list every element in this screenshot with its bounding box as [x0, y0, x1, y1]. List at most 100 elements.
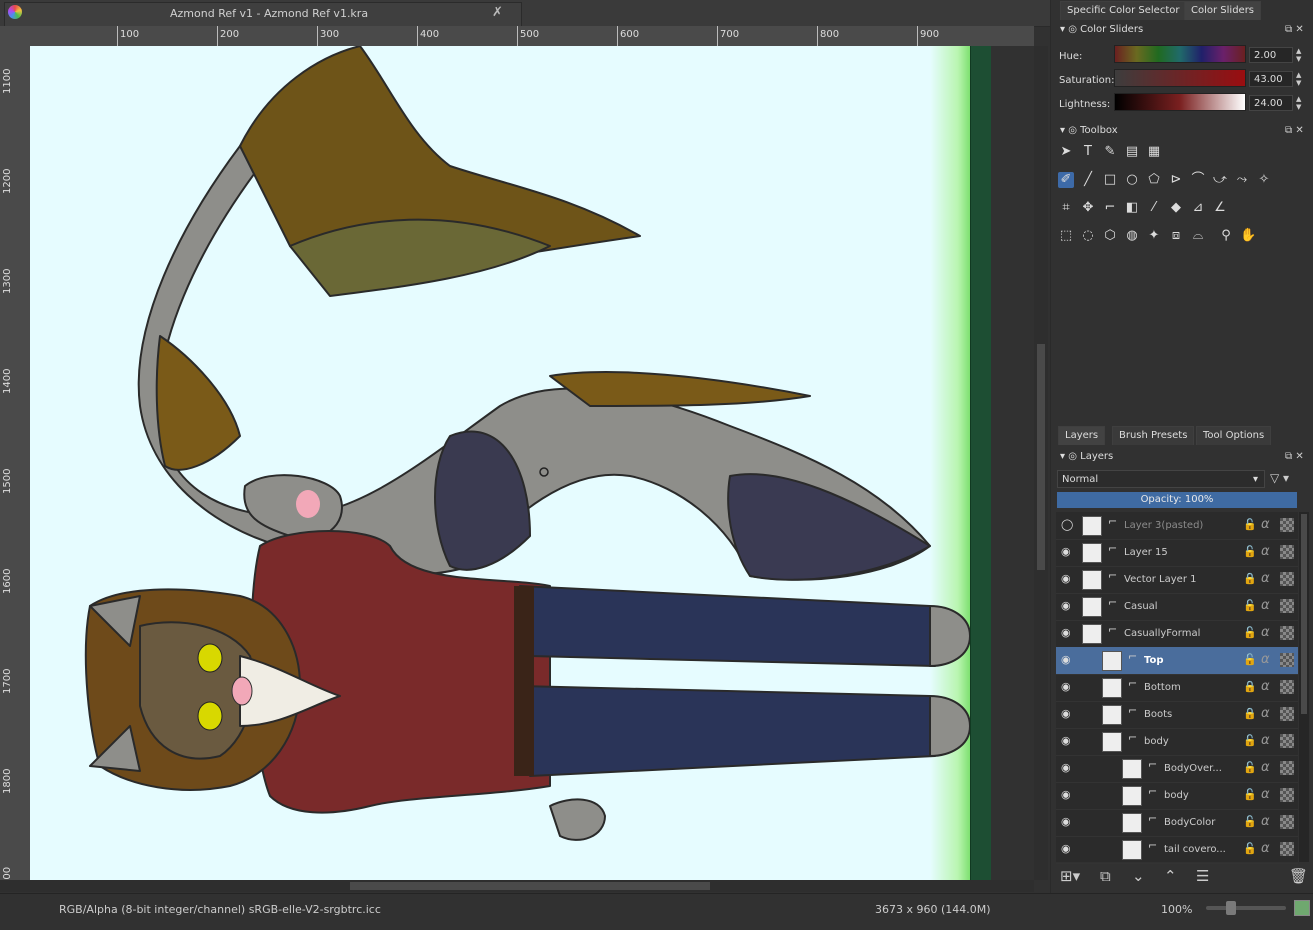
polygon-tool-icon[interactable]: ⬠: [1146, 172, 1162, 188]
collapse-arrow-icon[interactable]: ▾: [1060, 125, 1065, 136]
line-tool-icon[interactable]: ╱: [1080, 172, 1096, 188]
layer-name[interactable]: Layer 15: [1124, 547, 1168, 558]
rect-select-tool-icon[interactable]: ⬚: [1058, 228, 1074, 244]
horizontal-ruler[interactable]: 100 200 300 400 500 600 700 800 900: [30, 26, 1034, 47]
transform-tool-icon[interactable]: ⌗: [1058, 200, 1074, 216]
alpha-lock-icon[interactable]: α: [1261, 679, 1270, 694]
layer-row[interactable]: ◉ ⌐ body 🔓 α: [1056, 782, 1298, 810]
dynamic-brush-tool-icon[interactable]: ⤳: [1234, 172, 1250, 188]
alpha-lock-icon[interactable]: α: [1261, 598, 1270, 613]
collapse-arrow-icon[interactable]: ▾: [1060, 24, 1065, 35]
unlock-icon[interactable]: 🔓: [1243, 545, 1257, 558]
color-picker-tool-icon[interactable]: ⁄: [1146, 200, 1162, 216]
layer-name[interactable]: Layer 3(pasted): [1124, 520, 1203, 531]
ellipse-tool-icon[interactable]: ○: [1124, 172, 1140, 188]
bezier-select-tool-icon[interactable]: ⌓: [1190, 228, 1206, 244]
layer-row[interactable]: ◉ ⌐ body 🔓 α: [1056, 728, 1298, 756]
select-shape-tool-icon[interactable]: ➤: [1058, 144, 1074, 160]
rectangle-tool-icon[interactable]: □: [1102, 172, 1118, 188]
eye-icon[interactable]: ◉: [1061, 843, 1073, 855]
layer-name[interactable]: body: [1144, 736, 1169, 747]
text-tool-icon[interactable]: T: [1080, 144, 1096, 160]
inherit-alpha-icon[interactable]: [1280, 842, 1294, 856]
polyline-tool-icon[interactable]: ⊳: [1168, 172, 1184, 188]
duplicate-layer-icon[interactable]: ⧉: [1100, 867, 1111, 885]
alpha-lock-icon[interactable]: α: [1261, 760, 1270, 775]
layer-name[interactable]: body: [1164, 790, 1189, 801]
layer-row[interactable]: ◉ ⌐ CasuallyFormal 🔓 α: [1056, 620, 1298, 648]
contiguous-select-tool-icon[interactable]: ✦: [1146, 228, 1162, 244]
tab-close-icon[interactable]: ✗: [492, 5, 503, 20]
unlock-icon[interactable]: 🔓: [1243, 626, 1257, 639]
alpha-lock-icon[interactable]: α: [1261, 706, 1270, 721]
eye-icon[interactable]: ◉: [1061, 816, 1073, 828]
lightness-spin-icon[interactable]: ▲ ▼: [1296, 95, 1301, 111]
color-model-status[interactable]: RGB/Alpha (8-bit integer/channel) sRGB-e…: [59, 903, 381, 916]
eye-icon[interactable]: ◉: [1061, 600, 1073, 612]
layer-name[interactable]: Casual: [1124, 601, 1158, 612]
alpha-lock-icon[interactable]: α: [1261, 571, 1270, 586]
zoom-tool-icon[interactable]: ⚲: [1218, 228, 1234, 244]
inherit-alpha-icon[interactable]: [1280, 761, 1294, 775]
layer-name[interactable]: Bottom: [1144, 682, 1181, 693]
similar-select-tool-icon[interactable]: ⧈: [1168, 228, 1184, 244]
eye-icon[interactable]: ◉: [1061, 573, 1073, 585]
layers-scroll-thumb[interactable]: [1301, 514, 1307, 714]
lightness-slider[interactable]: [1114, 93, 1246, 111]
inherit-alpha-icon[interactable]: [1280, 707, 1294, 721]
freehand-path-tool-icon[interactable]: ⤻: [1212, 172, 1228, 188]
vertical-ruler[interactable]: 1100 1200 1300 1400 1500 1600 1700 1800 …: [0, 46, 31, 884]
hue-spin-icon[interactable]: ▲ ▼: [1296, 47, 1301, 63]
saturation-slider[interactable]: [1114, 69, 1246, 87]
drawing-canvas[interactable]: [30, 46, 1034, 880]
unlock-icon[interactable]: 🔓: [1243, 788, 1257, 801]
unlock-icon[interactable]: 🔓: [1243, 815, 1257, 828]
layer-row[interactable]: ◉ ⌐ tail covero... 🔓 α: [1056, 836, 1298, 864]
eye-icon[interactable]: ◉: [1061, 627, 1073, 639]
add-layer-icon[interactable]: ⊞▾: [1060, 867, 1080, 885]
collapse-arrow-icon[interactable]: ▾: [1060, 451, 1065, 462]
panel-float-close-icon[interactable]: ⧉ ✕: [1285, 451, 1304, 462]
eye-icon[interactable]: ◉: [1061, 654, 1073, 666]
pattern-tool-icon[interactable]: ▦: [1146, 144, 1162, 160]
inherit-alpha-icon[interactable]: [1280, 788, 1294, 802]
inherit-alpha-icon[interactable]: [1280, 626, 1294, 640]
unlock-icon[interactable]: 🔓: [1243, 734, 1257, 747]
eye-icon[interactable]: ◉: [1061, 681, 1073, 693]
layer-name[interactable]: Vector Layer 1: [1124, 574, 1196, 585]
tab-tool-options[interactable]: Tool Options: [1196, 426, 1272, 445]
hue-value-field[interactable]: 2.00: [1249, 47, 1293, 63]
hue-slider[interactable]: [1114, 45, 1246, 63]
unlock-icon[interactable]: 🔓: [1243, 518, 1257, 531]
inherit-alpha-icon[interactable]: [1280, 599, 1294, 613]
alpha-lock-icon[interactable]: α: [1261, 787, 1270, 802]
blend-mode-select[interactable]: Normal ▾: [1057, 470, 1265, 488]
ellipse-select-tool-icon[interactable]: ◌: [1080, 228, 1096, 244]
bezier-tool-icon[interactable]: ⌒: [1190, 172, 1206, 188]
unlock-icon[interactable]: 🔓: [1243, 599, 1257, 612]
zoom-slider-handle[interactable]: [1226, 901, 1236, 915]
opacity-slider[interactable]: Opacity: 100%: [1057, 492, 1297, 508]
eye-icon[interactable]: ◉: [1061, 708, 1073, 720]
vertical-scroll-thumb[interactable]: [1037, 344, 1045, 570]
tab-layers[interactable]: Layers: [1058, 426, 1106, 445]
layer-row[interactable]: ◉ ⌐ Layer 15 🔓 α: [1056, 539, 1298, 567]
layer-name[interactable]: CasuallyFormal: [1124, 628, 1200, 639]
alpha-lock-icon[interactable]: α: [1261, 652, 1270, 667]
multibrush-tool-icon[interactable]: ✧: [1256, 172, 1272, 188]
layer-row[interactable]: ◉ ⌐ Casual 🔓 α: [1056, 593, 1298, 621]
lightness-value-field[interactable]: 24.00: [1249, 95, 1293, 111]
canvas-color-icon[interactable]: [1294, 900, 1310, 916]
layer-name[interactable]: tail covero...: [1164, 844, 1226, 855]
measure-tool-icon[interactable]: ∠: [1212, 200, 1228, 216]
lock-icon[interactable]: 🔒: [1243, 572, 1257, 585]
lock-panel-icon[interactable]: ◎: [1068, 451, 1077, 462]
layer-row[interactable]: ◉ ⌐ Vector Layer 1 🔒 α: [1056, 566, 1298, 594]
assistant-tool-icon[interactable]: ⊿: [1190, 200, 1206, 216]
inherit-alpha-icon[interactable]: [1280, 815, 1294, 829]
fill-tool-icon[interactable]: ◆: [1168, 200, 1184, 216]
saturation-value-field[interactable]: 43.00: [1249, 71, 1293, 87]
lock-panel-icon[interactable]: ◎: [1068, 24, 1077, 35]
layer-row[interactable]: ◉ ⌐ Boots 🔒 α: [1056, 701, 1298, 729]
panel-float-close-icon[interactable]: ⧉ ✕: [1285, 24, 1304, 35]
